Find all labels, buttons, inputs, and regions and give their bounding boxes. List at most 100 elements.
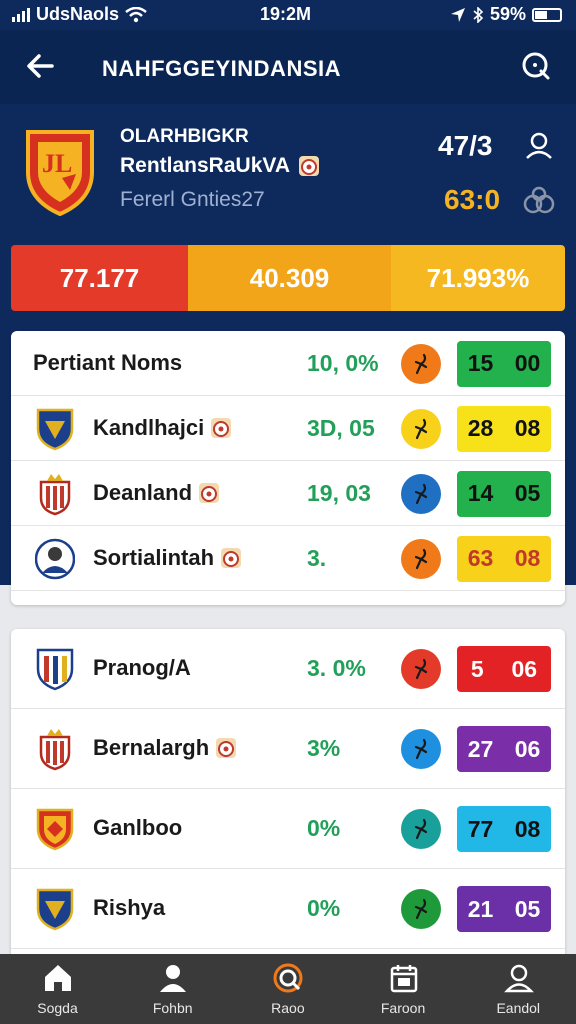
- team-logo-icon: [36, 408, 74, 450]
- win-percent: 10, 0%: [307, 349, 379, 376]
- team-name-text: Bernalargh: [93, 735, 210, 760]
- score-home: 77: [467, 815, 494, 842]
- score-away: 06: [514, 735, 541, 762]
- table-row[interactable]: Kandlhajci 3D, 05 28 08: [11, 396, 565, 461]
- score-away: 08: [514, 415, 541, 441]
- search-icon[interactable]: [518, 48, 554, 84]
- back-arrow-icon[interactable]: [22, 48, 58, 84]
- user-icon[interactable]: [524, 130, 554, 160]
- team-score-secondary: 63:0: [444, 184, 501, 215]
- team-logo-icon: [39, 473, 71, 515]
- player-action-icon[interactable]: [401, 408, 441, 449]
- nav-search[interactable]: Raoo: [230, 954, 345, 1024]
- win-percent: 0%: [307, 895, 341, 921]
- nav-label: Faroon: [380, 1000, 426, 1016]
- score-box: 15 00: [457, 340, 551, 387]
- status-bar: UdsNaols 19:2M 59%: [0, 0, 576, 30]
- team-header: JL OLARHBIGKR RentlansRaUkVA Fererl Gnti…: [0, 104, 576, 244]
- score-away: 08: [514, 815, 541, 842]
- nav-calendar[interactable]: Faroon: [346, 954, 461, 1024]
- player-action-icon[interactable]: [401, 473, 441, 514]
- table-row[interactable]: Bernalargh 3% 27 06: [11, 709, 565, 789]
- team-name-text: Ganlboo: [93, 815, 183, 840]
- signal-icon: [12, 7, 30, 22]
- score-box: 21 05: [457, 886, 551, 932]
- nav-profile[interactable]: Eandol: [461, 954, 576, 1024]
- bluetooth-icon: [473, 6, 484, 23]
- score-away: 00: [514, 350, 541, 376]
- score-box: 63 08: [457, 535, 551, 582]
- standings-card-2: Pranog/A 3. 0% 5 06 Bernalargh 3% 27 06 Ganlboo 0…: [11, 629, 565, 969]
- bottom-nav: Sogda Fohbn Raoo Faroon Eandol: [0, 954, 576, 1024]
- stat-orange: 40.309: [188, 245, 391, 311]
- svg-text:JL: JL: [42, 149, 72, 178]
- standings-card-1: Pertiant Noms 10, 0% 15 00 Kandlhajci 3D, 05 2…: [11, 331, 565, 605]
- ball-badge-icon: [211, 417, 232, 438]
- battery-icon: [532, 7, 562, 22]
- team-name: Deanland: [93, 480, 220, 506]
- profile-icon: [503, 964, 534, 993]
- score-home: 15: [467, 350, 494, 376]
- team-score-primary: 47/3: [438, 130, 493, 161]
- carrier-name: UdsNaols: [36, 4, 120, 24]
- team-logo-icon: [36, 808, 74, 851]
- ball-badge-icon: [199, 482, 220, 503]
- team-name: Kandlhajci: [93, 415, 232, 441]
- score-home: 21: [467, 895, 494, 922]
- nav-home[interactable]: Sogda: [0, 954, 115, 1024]
- team-logo-icon: [39, 729, 71, 771]
- team-name: Pertiant Noms: [33, 350, 182, 376]
- page-title: NAHFGGEYINDANSIA: [102, 56, 342, 81]
- team-name-text: Rishya: [93, 895, 166, 920]
- score-box: 5 06: [457, 646, 551, 692]
- player-action-icon[interactable]: [401, 538, 441, 579]
- win-percent: 3.: [307, 544, 327, 571]
- win-percent: 3. 0%: [307, 655, 366, 681]
- table-row[interactable]: Sortialintah 3. 63 08: [11, 526, 565, 591]
- player-action-icon[interactable]: [401, 649, 441, 689]
- table-row[interactable]: Pranog/A 3. 0% 5 06: [11, 629, 565, 709]
- stats-bar: 77.177 40.309 71.993%: [11, 245, 565, 311]
- home-icon: [45, 965, 71, 991]
- nav-label: Fohbn: [152, 1000, 193, 1016]
- team-name: Pranog/A: [93, 655, 191, 681]
- team-crest-icon: JL: [26, 130, 94, 216]
- team-name-text: Pertiant Noms: [33, 349, 183, 375]
- win-percent: 3D, 05: [307, 414, 375, 441]
- team-name: Sortialintah: [93, 545, 242, 571]
- clock: 19:2M: [260, 4, 312, 24]
- team-name: Rishya: [93, 895, 165, 921]
- player-action-icon[interactable]: [401, 343, 441, 384]
- status-right: 59%: [450, 4, 562, 25]
- table-row[interactable]: Pertiant Noms 10, 0% 15 00: [11, 331, 565, 396]
- team-name-text: Pranog/A: [93, 655, 191, 680]
- person-icon: [160, 965, 187, 992]
- score-home: 27: [467, 735, 494, 762]
- team-subtitle: Fererl Gnties27: [120, 188, 265, 211]
- score-box: 77 08: [457, 806, 551, 852]
- group-icon[interactable]: [522, 184, 556, 218]
- win-percent: 19, 03: [307, 479, 371, 506]
- search-ring-icon: [273, 963, 303, 993]
- table-row[interactable]: Ganlboo 0% 77 08: [11, 789, 565, 869]
- team-logo-icon: [36, 648, 74, 691]
- battery-percent: 59%: [489, 4, 526, 24]
- win-percent: 3%: [307, 735, 341, 761]
- table-row[interactable]: Deanland 19, 03 14 05: [11, 461, 565, 526]
- app-bar: NAHFGGEYINDANSIA: [0, 30, 576, 104]
- score-away: 06: [511, 655, 538, 682]
- table-row[interactable]: Rishya 0% 21 05: [11, 869, 565, 949]
- player-action-icon[interactable]: [401, 729, 441, 769]
- score-home: 63: [467, 545, 494, 571]
- nav-players[interactable]: Fohbn: [115, 954, 230, 1024]
- wifi-icon: [125, 6, 147, 22]
- team-name: Ganlboo: [93, 815, 182, 841]
- team-name: Bernalargh: [93, 735, 237, 761]
- location-icon: [450, 7, 465, 22]
- player-action-icon[interactable]: [401, 809, 441, 849]
- team-name-text: Deanland: [93, 479, 193, 505]
- score-away: 05: [514, 480, 541, 506]
- player-action-icon[interactable]: [401, 889, 441, 929]
- stat-red: 77.177: [11, 245, 188, 311]
- stat-yellow: 71.993%: [391, 245, 565, 311]
